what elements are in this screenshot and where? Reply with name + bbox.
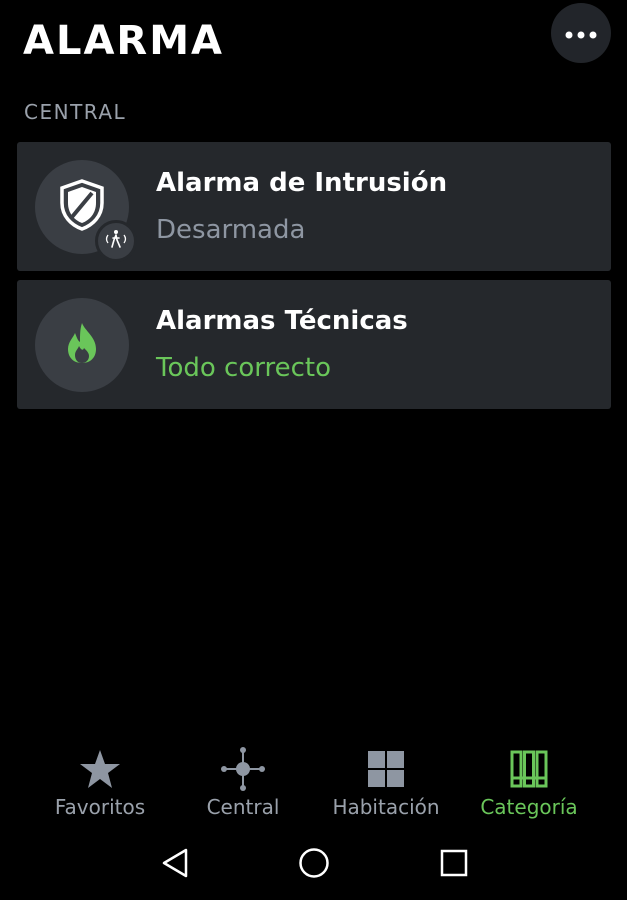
- technical-alarms-status: Todo correcto: [156, 353, 331, 383]
- hub-icon: [220, 735, 266, 795]
- flame-icon: [65, 321, 99, 369]
- system-navigation-bar: [0, 830, 627, 900]
- nav-item-categoria[interactable]: Categoría: [454, 735, 604, 830]
- nav-label-favoritos: Favoritos: [54, 795, 146, 819]
- home-circle-icon: [298, 847, 330, 883]
- intrusion-alarm-card[interactable]: Alarma de Intrusión Desarmada: [17, 142, 611, 271]
- shield-icon: [58, 179, 106, 235]
- nav-item-habitacion[interactable]: Habitación: [311, 735, 461, 830]
- technical-alarms-title: Alarmas Técnicas: [156, 306, 408, 336]
- technical-icon-circle: [35, 298, 129, 392]
- recents-square-icon: [440, 849, 468, 881]
- more-options-button[interactable]: [551, 3, 611, 63]
- intrusion-alarm-status: Desarmada: [156, 215, 306, 245]
- motion-badge: [95, 220, 137, 262]
- technical-alarms-card[interactable]: Alarmas Técnicas Todo correcto: [17, 280, 611, 409]
- page-title: ALARMA: [23, 18, 224, 64]
- back-triangle-icon: [161, 847, 189, 883]
- section-label: CENTRAL: [24, 100, 127, 124]
- system-recents-button[interactable]: [434, 848, 474, 882]
- intrusion-alarm-title: Alarma de Intrusión: [156, 168, 448, 198]
- system-back-button[interactable]: [155, 848, 195, 882]
- system-home-button[interactable]: [294, 848, 334, 882]
- motion-sensor-icon: [103, 229, 129, 253]
- bottom-navigation: Favoritos Central Habitación Categoría: [0, 735, 627, 830]
- nav-label-habitacion: Habitación: [332, 795, 440, 819]
- nav-label-categoria: Categoría: [480, 795, 578, 819]
- category-icon: [510, 735, 548, 795]
- nav-label-central: Central: [206, 795, 280, 819]
- nav-item-central[interactable]: Central: [168, 735, 318, 830]
- grid-icon: [367, 735, 405, 795]
- star-icon: [79, 735, 121, 795]
- alarm-screen: ALARMA CENTRAL Alarma de Intrusión Desar…: [0, 0, 627, 900]
- more-horizontal-icon: [565, 24, 597, 43]
- nav-item-favoritos[interactable]: Favoritos: [25, 735, 175, 830]
